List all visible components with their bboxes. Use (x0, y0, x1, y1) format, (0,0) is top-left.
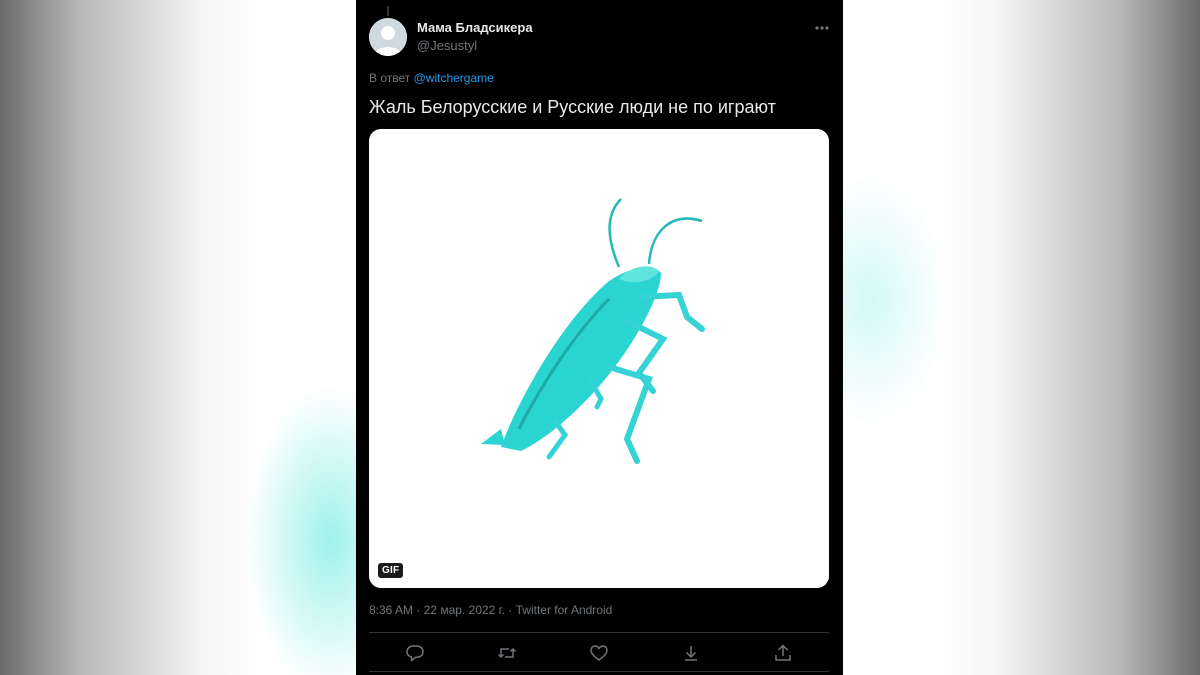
bookmark-icon (685, 646, 697, 661)
share-icon (775, 644, 791, 661)
reply-button[interactable] (402, 640, 428, 666)
tweet-card: Мама Бладсикера @Jesustyl В ответ @witch… (356, 0, 843, 675)
action-bar (356, 640, 843, 666)
meta-separator: · (504, 603, 516, 617)
avatar[interactable] (369, 18, 407, 56)
share-button[interactable] (770, 640, 796, 666)
retweet-icon (497, 647, 517, 659)
cockroach-gif-image (481, 198, 705, 464)
tweet-date[interactable]: 22 мар. 2022 г. (424, 603, 505, 617)
more-dots-icon (815, 26, 829, 30)
tweet-text: Жаль Белорусские и Русские люди не по иг… (369, 97, 776, 117)
thread-connector-line (387, 6, 389, 16)
meta-separator: · (413, 603, 424, 617)
divider (369, 671, 829, 672)
divider (369, 632, 829, 633)
reply-prefix: В ответ (369, 71, 411, 85)
default-avatar-icon (369, 18, 407, 56)
author-handle[interactable]: @Jesustyl (417, 38, 477, 53)
gif-media[interactable]: GIF (369, 129, 829, 588)
tweet-source[interactable]: Twitter for Android (516, 603, 613, 617)
author-display-name[interactable]: Мама Бладсикера (417, 20, 533, 35)
reply-mention-link[interactable]: @witchergame (414, 71, 494, 85)
like-button[interactable] (586, 640, 612, 666)
reply-context: В ответ @witchergame (369, 71, 494, 85)
more-options-button[interactable] (811, 20, 833, 36)
gif-badge: GIF (378, 563, 404, 578)
tweet-metadata: 8:36 AM · 22 мар. 2022 г. · Twitter for … (369, 603, 612, 617)
reply-icon (406, 645, 424, 662)
bookmark-button[interactable] (678, 640, 704, 666)
retweet-button[interactable] (494, 640, 520, 666)
like-icon (590, 645, 608, 661)
tweet-time[interactable]: 8:36 AM (369, 603, 413, 617)
